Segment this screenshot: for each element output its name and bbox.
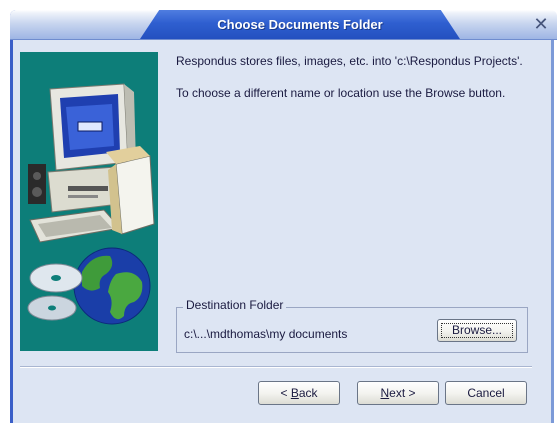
separator — [20, 366, 532, 368]
browse-focus-ring — [441, 323, 513, 338]
globe-icon — [73, 247, 151, 325]
computer-cd-globe-illustration — [20, 52, 158, 351]
destination-path: c:\...\mdthomas\my documents — [184, 327, 348, 341]
next-accel: N — [380, 386, 390, 400]
keyboard-icon — [29, 209, 121, 243]
cd-icon — [27, 263, 83, 321]
back-button[interactable]: < Back — [258, 381, 340, 405]
close-icon[interactable]: ✕ — [529, 13, 553, 35]
back-rest: ack — [298, 386, 318, 400]
title-bar[interactable]: Choose Documents Folder ✕ — [10, 10, 557, 40]
cancel-button[interactable]: Cancel — [445, 381, 527, 405]
window-title: Choose Documents Folder — [217, 17, 383, 32]
back-accel: B — [290, 386, 299, 400]
browse-button[interactable]: Browse... — [437, 319, 517, 342]
next-button[interactable]: Next > — [357, 381, 439, 405]
next-rest: ext > — [389, 386, 416, 400]
destination-folder-label: Destination Folder — [183, 298, 287, 312]
browse-instruction-text: To choose a different name or location u… — [176, 86, 506, 100]
box-icon — [106, 146, 155, 235]
back-prefix: < — [280, 386, 291, 400]
speaker-icon — [28, 164, 46, 204]
storage-info-text: Respondus stores files, images, etc. int… — [176, 54, 523, 68]
